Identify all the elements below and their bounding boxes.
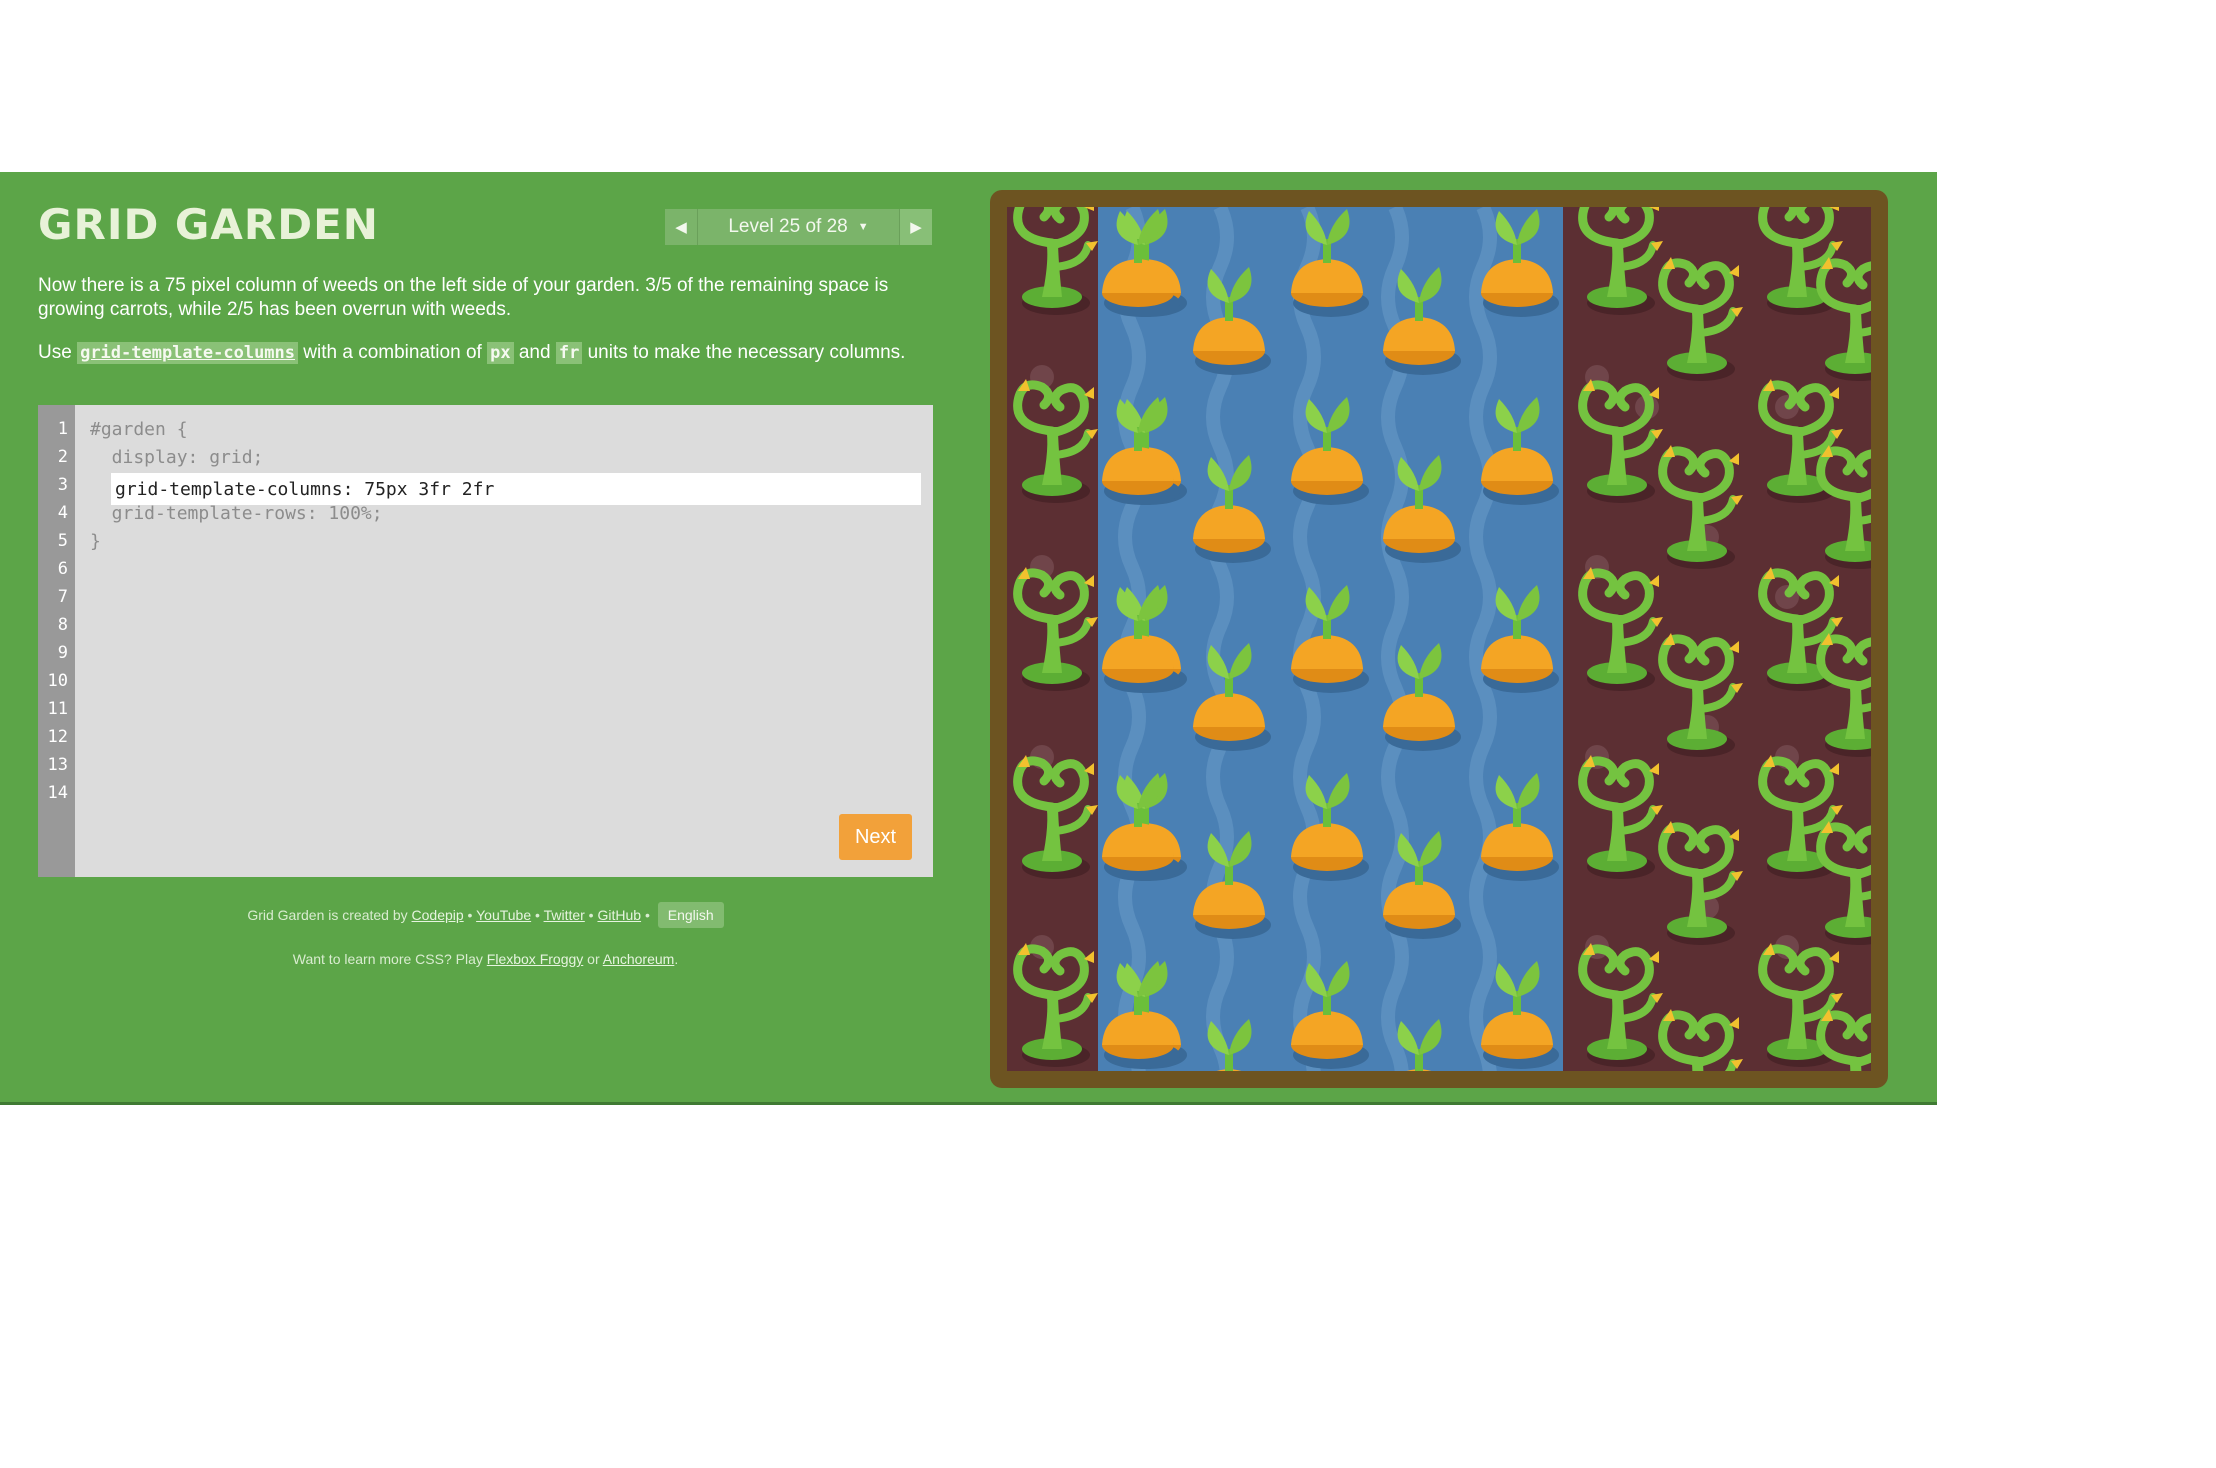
weed-icon xyxy=(1658,633,1743,757)
weed-icon xyxy=(1013,943,1098,1067)
weed-icon xyxy=(1758,755,1843,879)
weed-icon xyxy=(1578,943,1663,1067)
code-grid-template-columns[interactable]: grid-template-columns xyxy=(77,342,299,364)
weed-icon xyxy=(1578,567,1663,691)
weed-icon xyxy=(1816,257,1871,381)
line-number: 3 xyxy=(57,475,68,495)
triangle-right-icon: ▶ xyxy=(910,219,922,236)
carrot-icon xyxy=(1481,397,1559,505)
hint-mid1: with a combination of xyxy=(303,342,482,363)
line-number: 14 xyxy=(47,783,68,803)
youtube-link[interactable]: YouTube xyxy=(476,907,531,923)
previous-level-button[interactable]: ◀ xyxy=(665,209,697,245)
next-level-button[interactable]: ▶ xyxy=(900,209,932,245)
line-number: 6 xyxy=(57,559,68,579)
github-link[interactable]: GitHub xyxy=(597,907,641,923)
anchoreum-link[interactable]: Anchoreum xyxy=(603,951,675,967)
code-line-selector: #garden { xyxy=(90,419,188,440)
credits-footer: Grid Garden is created by Codepip • YouT… xyxy=(38,902,933,928)
line-number: 7 xyxy=(57,587,68,607)
garden-board xyxy=(990,190,1888,1088)
line-number: 12 xyxy=(47,727,68,747)
learn-more-footer: Want to learn more CSS? Play Flexbox Fro… xyxy=(38,951,933,967)
weed-icon xyxy=(1758,379,1843,503)
created-by-text: Grid Garden is created by xyxy=(247,907,408,923)
weed-icon xyxy=(1758,943,1843,1067)
carrot-icon xyxy=(1193,267,1271,375)
weed-icon xyxy=(1816,821,1871,945)
line-number: 9 xyxy=(57,643,68,663)
line-number: 13 xyxy=(47,755,68,775)
weed-icon xyxy=(1578,207,1663,315)
line-number: 2 xyxy=(57,447,68,467)
weed-icon xyxy=(1758,567,1843,691)
code-line-close-brace: } xyxy=(90,531,101,552)
line-number: 8 xyxy=(57,615,68,635)
weed-icon xyxy=(1658,257,1743,381)
language-selector[interactable]: English xyxy=(657,902,724,928)
garden-soil xyxy=(1007,207,1871,1071)
flexbox-froggy-link[interactable]: Flexbox Froggy xyxy=(487,951,583,967)
level-dropdown[interactable]: Level 25 of 28 ▼ xyxy=(697,209,900,245)
period-text: . xyxy=(674,951,679,967)
instruction-hint: Use grid-template-columns with a combina… xyxy=(38,341,938,365)
code-px: px xyxy=(487,342,514,364)
line-number: 1 xyxy=(57,419,68,439)
level-label: Level 25 of 28 xyxy=(728,216,848,237)
carrot-icon xyxy=(1102,397,1180,505)
line-number-gutter: 1 2 3 4 5 6 7 8 9 10 11 12 13 14 xyxy=(38,405,75,877)
weed-icon xyxy=(1816,445,1871,569)
page-title: GRID GARDEN xyxy=(38,200,379,249)
carrot-icon xyxy=(1193,643,1271,751)
triangle-left-icon: ◀ xyxy=(675,219,687,236)
weed-icon xyxy=(1013,567,1098,691)
or-text: or xyxy=(587,951,600,967)
weed-icon xyxy=(1578,379,1663,503)
weed-icon xyxy=(1658,1009,1743,1071)
instruction-text: Now there is a 75 pixel column of weeds … xyxy=(38,275,889,320)
weed-icon xyxy=(1658,445,1743,569)
hint-mid2: and xyxy=(518,342,551,363)
level-navigation: ◀ Level 25 of 28 ▼ ▶ xyxy=(665,209,932,245)
carrot-icon xyxy=(1102,773,1180,881)
weed-icon xyxy=(1658,821,1743,945)
weed-icon xyxy=(1013,379,1098,503)
code-line-display: display: grid; xyxy=(90,447,264,468)
code-editor: 1 2 3 4 5 6 7 8 9 10 11 12 13 14 #garden… xyxy=(38,405,933,877)
garden-plants xyxy=(1013,207,1871,1071)
next-button[interactable]: Next xyxy=(839,814,912,860)
code-fr: fr xyxy=(555,342,583,364)
weed-icon xyxy=(1578,755,1663,879)
line-number: 10 xyxy=(47,671,68,691)
weed-icon xyxy=(1013,207,1098,315)
twitter-link[interactable]: Twitter xyxy=(544,907,585,923)
carrot-icon xyxy=(1207,1019,1252,1071)
hint-prefix: Use xyxy=(38,342,72,363)
code-line-rows: grid-template-rows: 100%; xyxy=(90,503,383,524)
line-number: 5 xyxy=(57,531,68,551)
codepip-link[interactable]: Codepip xyxy=(412,907,464,923)
css-code-input[interactable] xyxy=(111,473,921,505)
learn-more-text: Want to learn more CSS? Play xyxy=(292,951,483,967)
hint-suffix: units to make the necessary columns. xyxy=(587,342,906,363)
caret-down-icon: ▼ xyxy=(857,221,869,233)
line-number: 11 xyxy=(47,699,68,719)
line-number: 4 xyxy=(57,503,68,523)
weed-icon xyxy=(1816,633,1871,757)
weed-icon xyxy=(1013,755,1098,879)
